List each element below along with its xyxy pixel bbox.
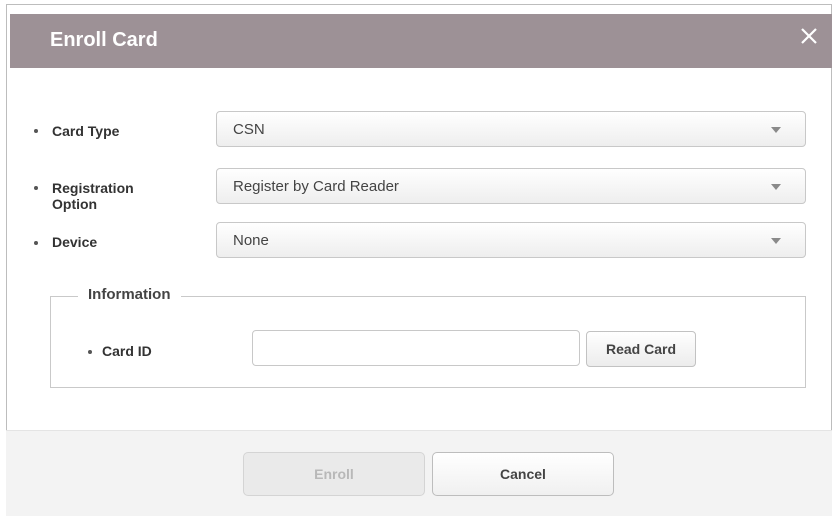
- card-type-select[interactable]: CSN: [216, 111, 806, 147]
- registration-option-select[interactable]: Register by Card Reader: [216, 168, 806, 204]
- cancel-button[interactable]: Cancel: [432, 452, 614, 496]
- registration-option-value: Register by Card Reader: [233, 178, 399, 195]
- card-id-label: Card ID: [102, 343, 152, 359]
- registration-option-label: Registration Option: [52, 180, 134, 212]
- bullet-icon: [34, 129, 38, 133]
- registration-option-label-line1: Registration: [52, 180, 134, 196]
- dialog-header: Enroll Card: [10, 14, 832, 68]
- device-select[interactable]: None: [216, 222, 806, 258]
- information-legend: Information: [78, 286, 181, 303]
- bullet-icon: [34, 186, 38, 190]
- device-label: Device: [52, 234, 98, 250]
- dialog-title: Enroll Card: [50, 29, 158, 51]
- card-id-input[interactable]: [252, 330, 580, 366]
- read-card-button[interactable]: Read Card: [586, 331, 696, 367]
- bullet-icon: [88, 350, 92, 354]
- chevron-down-icon: [771, 127, 781, 133]
- card-type-value: CSN: [233, 121, 265, 138]
- device-value: None: [233, 232, 269, 249]
- enroll-button[interactable]: Enroll: [243, 452, 425, 496]
- chevron-down-icon: [771, 238, 781, 244]
- close-icon[interactable]: [798, 25, 820, 47]
- chevron-down-icon: [771, 184, 781, 190]
- registration-option-label-line2: Option: [52, 196, 98, 212]
- bullet-icon: [34, 241, 38, 245]
- card-type-label: Card Type: [52, 123, 120, 139]
